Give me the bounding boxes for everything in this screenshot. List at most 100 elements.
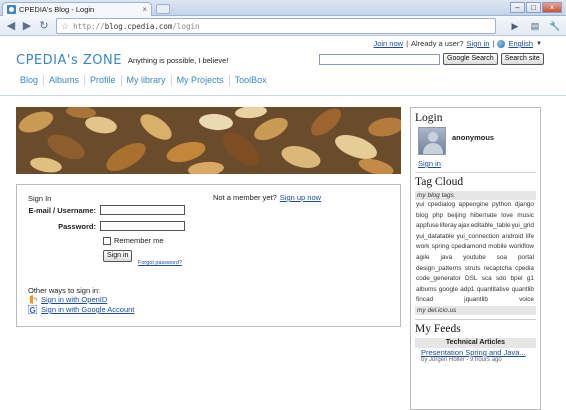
- google-account-link[interactable]: Sign in with Google Account: [41, 305, 134, 314]
- tag-link[interactable]: liferay: [440, 221, 457, 232]
- my-feeds-title: My Feeds: [415, 322, 461, 335]
- new-tab-button[interactable]: [156, 4, 170, 14]
- password-field[interactable]: [100, 221, 185, 231]
- nav-item-profile[interactable]: Profile: [85, 75, 122, 86]
- tag-link[interactable]: blog: [416, 211, 428, 222]
- tag-link[interactable]: php: [432, 211, 443, 222]
- already-user-text: Already a user?: [411, 39, 464, 48]
- google-icon: G: [28, 305, 37, 314]
- nav-item-toolbox[interactable]: ToolBox: [230, 75, 272, 86]
- top-sign-in-link[interactable]: Sign in: [467, 39, 490, 48]
- tag-link[interactable]: cpedia: [515, 264, 534, 275]
- tag-link[interactable]: bpel: [510, 274, 522, 285]
- nav-item-albums[interactable]: Albums: [44, 75, 86, 86]
- tag-link[interactable]: fincad: [416, 295, 433, 306]
- search-site-button[interactable]: Search site: [500, 53, 544, 65]
- tag-link[interactable]: yui_connection: [457, 232, 500, 243]
- openid-row: Sign in with OpenID: [28, 295, 107, 304]
- tag-link[interactable]: beijing: [447, 211, 465, 222]
- nav-item-my-library[interactable]: My library: [122, 75, 172, 86]
- tag-link[interactable]: appengine: [459, 200, 489, 211]
- forgot-password-link[interactable]: Forgot password?: [138, 260, 182, 266]
- tag-link[interactable]: music: [517, 211, 534, 222]
- not-member-row: Not a member yet? Sign up now: [213, 193, 321, 202]
- tag-link[interactable]: appfuse: [416, 221, 439, 232]
- search-input[interactable]: [319, 53, 440, 65]
- remember-me-checkbox[interactable]: [103, 236, 111, 245]
- go-arrow-icon[interactable]: ▶: [508, 19, 522, 33]
- site-logo[interactable]: CPEDIA's ZONE Anything is possible, I be…: [16, 49, 228, 71]
- tag-link[interactable]: quantitative: [477, 285, 510, 296]
- feed-item-meta: by Jürgen Höller - 9 hours ago: [421, 356, 502, 363]
- tag-link[interactable]: youtube: [463, 253, 486, 264]
- tag-link[interactable]: android: [502, 232, 523, 243]
- sign-in-button[interactable]: Sign in: [103, 250, 133, 262]
- openid-icon: [30, 295, 37, 304]
- tag-link[interactable]: DSL: [465, 274, 477, 285]
- google-search-button[interactable]: Google Search: [443, 53, 498, 65]
- tag-link[interactable]: g1: [527, 274, 534, 285]
- nav-item-blog[interactable]: Blog: [16, 75, 45, 86]
- top-links-separator: |: [492, 39, 495, 48]
- chevron-down-icon[interactable]: ▼: [536, 41, 542, 47]
- email-field[interactable]: [100, 205, 185, 215]
- openid-link[interactable]: Sign in with OpenID: [41, 295, 107, 304]
- tag-link[interactable]: quantlib: [512, 285, 534, 296]
- google-row: G Sign in with Google Account: [28, 305, 134, 314]
- page-menu-icon[interactable]: ▤: [528, 19, 542, 33]
- url-text: http://blog.cpedia.com/login: [73, 21, 200, 31]
- sign-up-link[interactable]: Sign up now: [280, 193, 321, 202]
- tag-link[interactable]: adp1: [460, 285, 474, 296]
- tag-link[interactable]: editable_table: [471, 221, 511, 232]
- tag-link[interactable]: struts: [465, 264, 481, 275]
- logo-text: CPEDIA's ZONE: [16, 52, 122, 68]
- tag-link[interactable]: yui: [416, 200, 424, 211]
- back-arrow-icon[interactable]: ◀: [4, 19, 18, 33]
- minimize-icon[interactable]: –: [510, 2, 525, 13]
- tag-link[interactable]: java: [440, 253, 452, 264]
- tag-link[interactable]: python: [492, 200, 511, 211]
- tag-link[interactable]: agile: [416, 253, 430, 264]
- bookmark-star-icon[interactable]: ☆: [61, 21, 69, 32]
- tag-link[interactable]: design_patterns: [416, 264, 461, 275]
- leaves-image: [16, 107, 401, 174]
- language-select[interactable]: English: [508, 39, 533, 48]
- maximize-icon[interactable]: □: [526, 2, 541, 13]
- feed-item-link[interactable]: Presentation Spring and Java...: [421, 348, 536, 357]
- tag-link[interactable]: ajax: [458, 221, 470, 232]
- tag-link[interactable]: yui_datatable: [416, 232, 454, 243]
- forward-arrow-icon[interactable]: ▶: [20, 19, 34, 33]
- reload-icon[interactable]: ↻: [37, 19, 51, 33]
- wrench-icon[interactable]: 🔧: [548, 19, 562, 33]
- tag-link[interactable]: life: [526, 232, 534, 243]
- tag-link[interactable]: yui_grid: [512, 221, 534, 232]
- tag-link[interactable]: albums: [416, 285, 437, 296]
- tag-link[interactable]: google: [439, 285, 458, 296]
- browser-tab[interactable]: CPEDIA's Blog - Login ×: [2, 2, 152, 16]
- tag-link[interactable]: cpedialog: [428, 200, 455, 211]
- tag-link[interactable]: portal: [518, 253, 534, 264]
- nav-item-my-projects[interactable]: My Projects: [172, 75, 230, 86]
- tag-link[interactable]: mobile: [488, 242, 507, 253]
- search-bar: Google Search Search site: [319, 53, 544, 65]
- tag-link[interactable]: love: [501, 211, 513, 222]
- close-window-icon[interactable]: ×: [542, 2, 562, 13]
- tab-close-icon[interactable]: ×: [142, 5, 147, 14]
- address-bar[interactable]: ☆ http://blog.cpedia.com/login: [56, 18, 496, 34]
- tag-link[interactable]: sdo: [496, 274, 506, 285]
- tag-link[interactable]: sca: [482, 274, 492, 285]
- tag-link[interactable]: work: [416, 242, 430, 253]
- tag-link[interactable]: soa: [497, 253, 507, 264]
- tag-link[interactable]: django: [515, 200, 534, 211]
- tag-link[interactable]: jquantlib: [464, 295, 488, 306]
- sidebar-sign-in-link[interactable]: Sign in: [418, 159, 536, 168]
- not-member-text: Not a member yet?: [213, 193, 277, 202]
- tag-link[interactable]: code_generator: [416, 274, 461, 285]
- tag-link[interactable]: recaptcha: [484, 264, 512, 275]
- tag-link[interactable]: voice: [519, 295, 534, 306]
- tag-link[interactable]: workflow: [509, 242, 534, 253]
- tag-link[interactable]: hibernate: [470, 211, 497, 222]
- tag-link[interactable]: cpediamond: [451, 242, 486, 253]
- join-now-link[interactable]: Join now: [373, 39, 403, 48]
- tag-link[interactable]: spring: [432, 242, 449, 253]
